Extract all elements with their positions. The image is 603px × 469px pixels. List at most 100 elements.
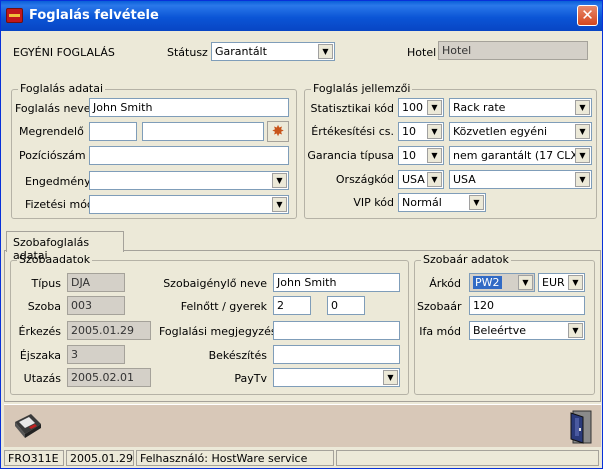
status-empty-cell [336,450,599,466]
chevron-down-icon[interactable]: ▼ [575,172,590,187]
window-title: Foglalás felvétele [29,8,159,23]
orszagkod-name-value: USA [453,173,476,186]
garancia-label: Garancia típusa [307,149,394,162]
statisztikai-kod-select[interactable]: 100 ▼ [398,98,444,117]
szobaigenylo-input[interactable]: John Smith [273,273,400,292]
vip-kod-value: Normál [402,196,442,209]
engedmeny-select[interactable]: ▼ [89,171,289,190]
currency-value: EUR [542,276,565,289]
door-exit-icon [570,410,592,444]
szobaar-label: Szobaár [417,300,462,313]
chevron-down-icon[interactable]: ▼ [575,100,590,115]
ertekesitesi-code-select[interactable]: 10 ▼ [398,122,444,141]
status-select[interactable]: Garantált ▼ [211,42,335,61]
foglalas-jellemzoi-title: Foglalás jellemzői [311,82,413,95]
megrendelo-label: Megrendelő [19,125,84,138]
megrendelo-search-button[interactable]: ✸ [267,121,289,142]
chevron-down-icon[interactable]: ▼ [469,195,484,210]
action-bar [4,404,601,447]
utazas-label: Utazás [23,372,61,385]
foglalasi-megjegyzes-label: Foglalási megjegyzés [159,325,277,338]
hotel-field: Hotel [438,41,588,60]
ertekesitesi-name-select[interactable]: Közvetlen egyéni ▼ [449,122,592,141]
exit-button[interactable] [567,409,595,445]
fizetesi-mod-select[interactable]: ▼ [89,195,289,214]
fizetesi-mod-label: Fizetési mód [25,198,94,211]
title-bar[interactable]: Foglalás felvétele ✕ [1,1,602,31]
arkod-label: Árkód [429,277,461,290]
statisztikai-kod-value: 100 [402,101,423,114]
garancia-code-value: 10 [402,149,416,162]
status-label: Státusz [167,46,208,59]
pozicioszam-label: Pozíciószám [19,149,86,162]
save-button[interactable] [11,412,43,442]
chevron-down-icon[interactable]: ▼ [272,197,287,212]
chevron-down-icon[interactable]: ▼ [427,148,442,163]
garancia-code-select[interactable]: 10 ▼ [398,146,444,165]
szobaar-input[interactable]: 120 [469,296,585,315]
orszagkod-name-select[interactable]: USA ▼ [449,170,592,189]
paytv-select[interactable]: ▼ [273,368,400,387]
arkod-value: PW2 [473,276,502,289]
status-value: Garantált [215,45,267,58]
erkezes-field: 2005.01.29 [67,321,151,340]
close-button[interactable]: ✕ [577,5,598,26]
ejszaka-label: Éjszaka [19,349,61,362]
chevron-down-icon[interactable]: ▼ [427,124,442,139]
status-bar: FRO311E 2005.01.29 Felhasználó: HostWare… [1,448,602,468]
tipus-label: Típus [31,277,61,290]
garancia-name-select[interactable]: nem garantált (17 CLX) ▼ [449,146,592,165]
foglalas-neve-input[interactable]: John Smith [89,98,289,117]
foglalas-neve-label: Foglalás neve [15,102,91,115]
foglalas-adatai-title: Foglalás adatai [18,82,106,95]
felnott-gyerek-label: Felnőtt / gyerek [180,300,267,313]
garancia-name-value: nem garantált (17 CLX) [453,149,583,162]
felnott-input[interactable]: 2 [273,296,311,315]
szoba-field: 003 [67,296,125,315]
chevron-down-icon[interactable]: ▼ [427,172,442,187]
arkod-select[interactable]: PW2 ▼ [469,273,535,292]
orszagkod-code-select[interactable]: USA ▼ [398,170,444,189]
ifa-mod-value: Beleértve [473,324,527,337]
floppy-disk-icon [15,414,41,438]
ertekesitesi-name-value: Közvetlen egyéni [453,125,548,138]
chevron-down-icon[interactable]: ▼ [568,323,583,338]
chevron-down-icon[interactable]: ▼ [318,44,333,59]
paytv-label: PayTv [234,372,267,385]
bekeszites-label: Bekészítés [208,349,267,362]
szobaigenylo-label: Szobaigénylő neve [163,277,267,290]
chevron-down-icon[interactable]: ▼ [427,100,442,115]
vip-kod-label: VIP kód [353,196,394,209]
megrendelo-name-input[interactable] [142,122,264,141]
chevron-down-icon[interactable]: ▼ [575,124,590,139]
bekeszites-input[interactable] [273,345,400,364]
orszagkod-label: Országkód [335,173,394,186]
egyeni-foglalas-label: EGYÉNI FOGLALÁS [13,46,115,59]
gyerek-input[interactable]: 0 [327,296,365,315]
vip-kod-select[interactable]: Normál ▼ [398,193,486,212]
engedmeny-label: Engedmény [25,175,91,188]
close-icon: ✕ [581,6,594,24]
chevron-down-icon[interactable]: ▼ [568,275,583,290]
erkezes-label: Érkezés [18,325,62,338]
statisztikai-kod-label: Statisztikai kód [310,102,394,115]
ejszaka-field: 3 [67,345,125,364]
app-icon [6,8,23,23]
tab-szobafoglalas-adatai[interactable]: Szobafoglalás adatai [6,231,124,262]
chevron-down-icon[interactable]: ▼ [272,173,287,188]
star-icon: ✸ [271,122,285,140]
szobaar-adatok-title: Szobaár adatok [421,253,511,266]
chevron-down-icon[interactable]: ▼ [383,370,398,385]
ifa-mod-select[interactable]: Beleértve ▼ [469,321,585,340]
chevron-down-icon[interactable]: ▼ [518,275,533,290]
statisztikai-nev-select[interactable]: Rack rate ▼ [449,98,592,117]
orszagkod-code-value: USA [402,173,425,186]
pozicioszam-input[interactable] [89,146,289,165]
chevron-down-icon[interactable]: ▼ [575,148,590,163]
megrendelo-code-input[interactable] [89,122,137,141]
foglalasi-megjegyzes-input[interactable] [273,321,400,340]
statisztikai-nev-value: Rack rate [453,101,506,114]
booking-window: Foglalás felvétele ✕ EGYÉNI FOGLALÁS Stá… [0,0,603,469]
ifa-mod-label: Ifa mód [419,325,461,338]
currency-select[interactable]: EUR ▼ [538,273,585,292]
